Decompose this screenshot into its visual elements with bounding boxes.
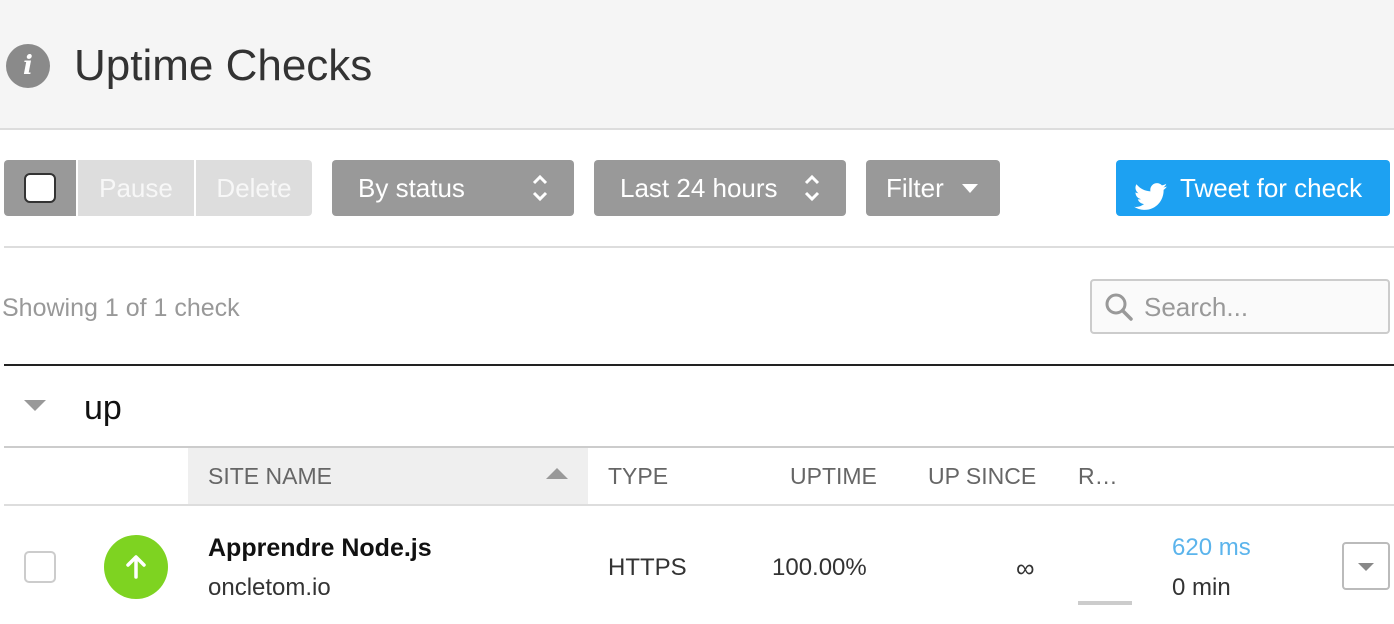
row-actions-dropdown[interactable] <box>1342 542 1390 590</box>
select-all-checkbox[interactable] <box>24 173 56 203</box>
divider <box>4 364 1394 366</box>
column-header-response[interactable]: R… <box>1078 448 1118 504</box>
check-type: HTTPS <box>608 554 687 581</box>
column-header-label: SITE NAME <box>208 463 332 489</box>
select-all-toggle[interactable] <box>4 160 76 216</box>
tweet-button[interactable]: Tweet for check <box>1116 160 1390 216</box>
bulk-actions-group: Pause Delete <box>4 160 312 216</box>
tweet-label: Tweet for check <box>1180 173 1363 203</box>
time-range-select[interactable]: Last 24 hours <box>594 160 846 216</box>
site-name-link[interactable]: Apprendre Node.js <box>208 532 432 564</box>
page-title: Uptime Checks <box>74 41 373 90</box>
info-icon[interactable]: i <box>6 44 50 88</box>
twitter-icon <box>1134 174 1168 210</box>
response-sparkline <box>1078 601 1132 605</box>
page-header: i Uptime Checks <box>0 0 1394 130</box>
column-header-up-since[interactable]: UP SINCE <box>928 448 1036 504</box>
search-icon <box>1104 292 1134 322</box>
select-arrows-icon <box>804 174 820 202</box>
arrow-up-icon <box>126 555 146 579</box>
column-header-type[interactable]: TYPE <box>608 448 668 504</box>
search-box[interactable] <box>1090 279 1390 334</box>
divider <box>4 504 1394 506</box>
column-header-uptime[interactable]: UPTIME <box>790 448 877 504</box>
uptime-value: 100.00% <box>772 554 867 581</box>
divider <box>4 246 1394 248</box>
response-time[interactable]: 620 ms <box>1172 532 1251 564</box>
time-range-label: Last 24 hours <box>620 173 778 203</box>
filter-button[interactable]: Filter <box>866 160 1000 216</box>
result-count: Showing 1 of 1 check <box>2 294 240 322</box>
column-header-site-name[interactable]: SITE NAME <box>188 448 588 504</box>
status-select[interactable]: By status <box>332 160 574 216</box>
toolbar: Pause Delete By status Last 24 hours Fil… <box>0 160 1394 216</box>
site-host: oncletom.io <box>208 574 331 601</box>
row-checkbox[interactable] <box>24 551 56 583</box>
search-input[interactable] <box>1144 287 1380 327</box>
caret-down-icon <box>1358 563 1374 571</box>
caret-down-icon <box>962 184 978 193</box>
downtime-value: 0 min <box>1172 574 1231 601</box>
up-since-value: ∞ <box>1016 553 1035 583</box>
collapse-triangle-icon[interactable] <box>24 400 46 411</box>
status-up-badge <box>104 535 168 599</box>
status-select-label: By status <box>358 173 465 203</box>
select-arrows-icon <box>532 174 548 202</box>
sort-ascending-icon[interactable] <box>546 468 568 479</box>
group-title: up <box>84 389 122 427</box>
pause-button[interactable]: Pause <box>78 160 194 216</box>
delete-button[interactable]: Delete <box>196 160 312 216</box>
filter-label: Filter <box>886 173 944 203</box>
